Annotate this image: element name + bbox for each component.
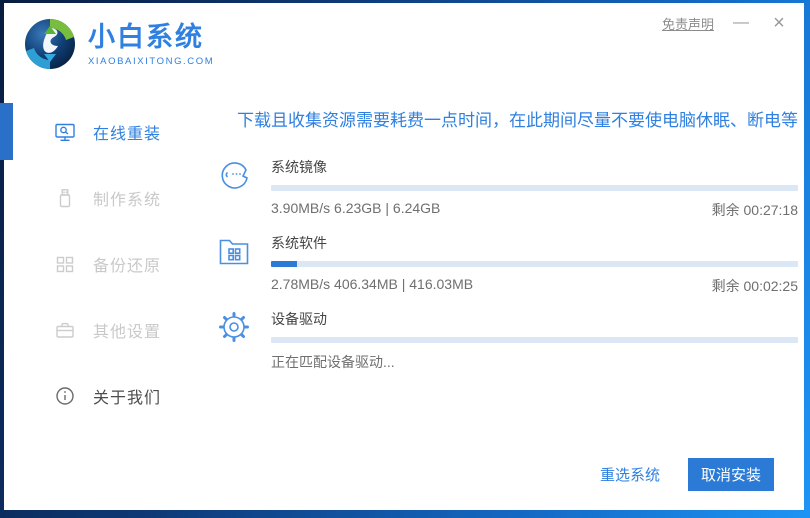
main-content: 下载且收集资源需要耗费一点时间，在此期间尽量不要使电脑休眠、断电等 系 [209,87,810,452]
task-system-software: 系统软件 2.78MB/s 406.34MB | 416.03MB 剩余 00:… [215,233,798,296]
briefcase-icon [54,319,76,341]
body: 在线重装 制作系统 [4,87,804,452]
task-remaining: 剩余 00:27:18 [712,200,798,220]
sidebar: 在线重装 制作系统 [4,87,209,452]
progress-bar [271,261,798,267]
task-system-image: 系统镜像 3.90MB/s 6.23GB | 6.24GB 剩余 00:27:1… [215,157,798,220]
gear-icon [215,309,253,372]
footer: 重选系统 取消安装 [4,452,804,510]
sidebar-item-make-system[interactable]: 制作系统 [4,165,209,231]
info-icon [54,385,76,407]
app-logo-icon [22,16,78,72]
download-notice: 下载且收集资源需要耗费一点时间，在此期间尽量不要使电脑休眠、断电等 [237,106,798,131]
sidebar-item-other-settings[interactable]: 其他设置 [4,297,209,363]
task-title: 系统软件 [271,233,798,253]
sidebar-item-label: 在线重装 [93,120,161,144]
usb-drive-icon [54,187,76,209]
sidebar-item-about-us[interactable]: 关于我们 [4,363,209,429]
brand-text: 小白系统 XIAOBAIXITONG.COM [88,22,214,67]
folder-grid-icon [215,233,253,296]
backup-grid-icon [54,253,76,275]
close-button[interactable]: × [768,12,790,34]
disclaimer-link[interactable]: 免责声明 [662,14,714,33]
task-remaining: 剩余 00:02:25 [712,276,798,296]
task-title: 系统镜像 [271,157,798,177]
monitor-search-icon [54,121,76,143]
task-status-text: 正在匹配设备驱动... [271,352,395,372]
sidebar-item-label: 其他设置 [93,318,161,342]
sidebar-item-label: 备份还原 [93,252,161,276]
app-window: 小白系统 XIAOBAIXITONG.COM 免责声明 — × [4,3,804,510]
task-stats: 3.90MB/s 6.23GB | 6.24GB [271,200,440,220]
reselect-system-button[interactable]: 重选系统 [600,464,660,485]
brand: 小白系统 XIAOBAIXITONG.COM [22,16,214,72]
task-stats: 2.78MB/s 406.34MB | 416.03MB [271,276,473,296]
sidebar-item-label: 制作系统 [93,186,161,210]
header-controls: 免责声明 — × [662,12,790,34]
sidebar-item-label: 关于我们 [93,384,161,408]
task-device-driver: 设备驱动 正在匹配设备驱动... [215,309,798,372]
sidebar-item-backup-restore[interactable]: 备份还原 [4,231,209,297]
face-icon [215,157,253,220]
minimize-button[interactable]: — [730,12,752,34]
cancel-install-button[interactable]: 取消安装 [688,458,774,491]
sidebar-item-online-reinstall[interactable]: 在线重装 [4,99,209,165]
progress-fill [271,261,297,267]
brand-domain: XIAOBAIXITONG.COM [88,56,214,67]
task-title: 设备驱动 [271,309,798,329]
header: 小白系统 XIAOBAIXITONG.COM 免责声明 — × [4,3,804,87]
window-frame: 小白系统 XIAOBAIXITONG.COM 免责声明 — × [0,0,810,518]
progress-bar [271,185,798,191]
brand-title: 小白系统 [88,22,214,52]
progress-bar [271,337,798,343]
